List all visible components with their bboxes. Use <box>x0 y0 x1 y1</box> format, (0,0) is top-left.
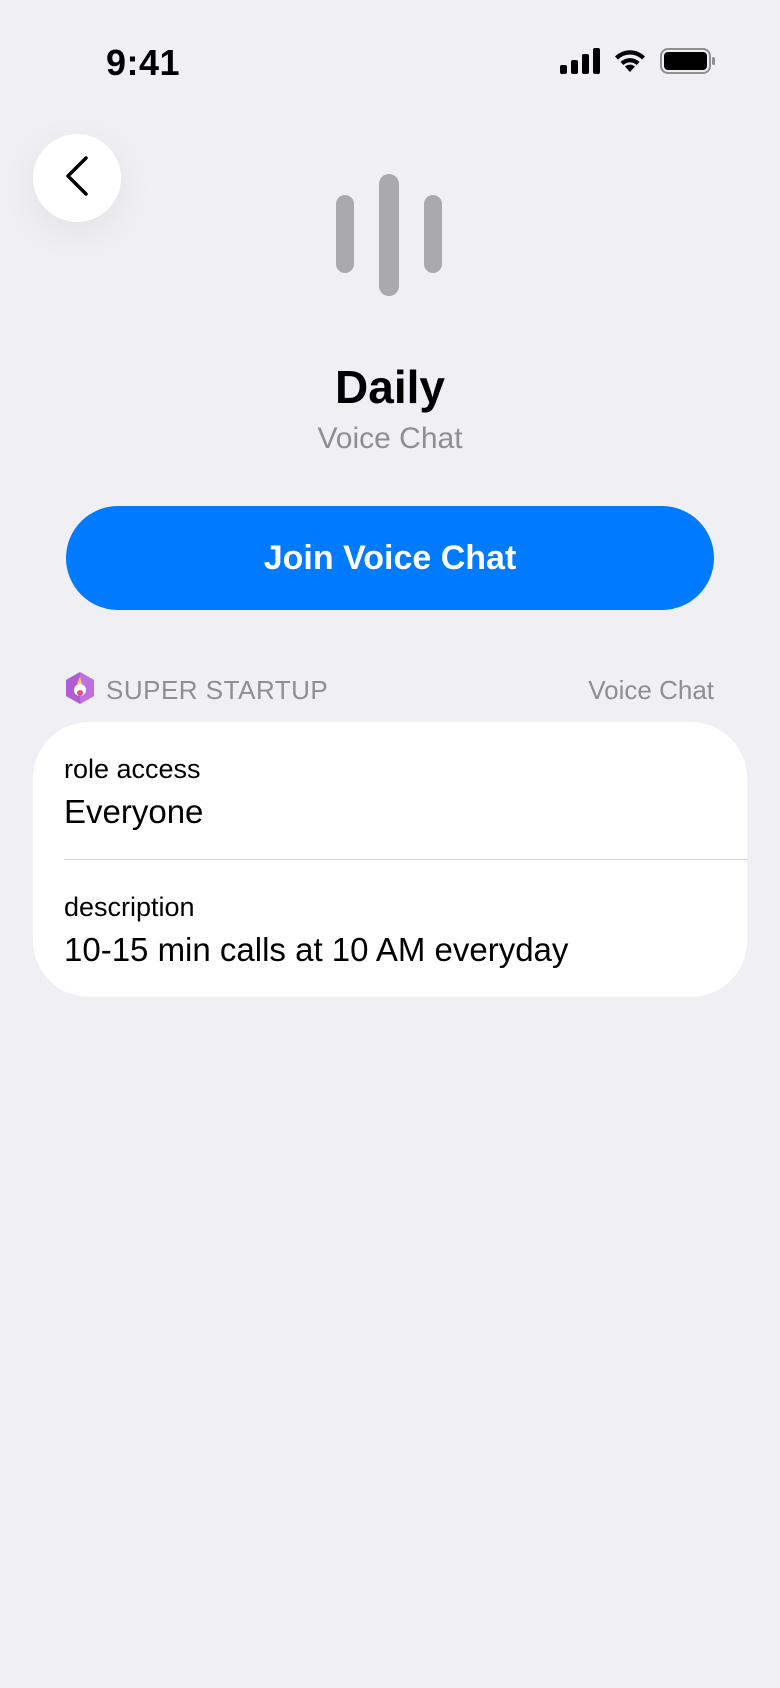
description-row: description 10-15 min calls at 10 AM eve… <box>64 890 716 972</box>
role-access-label: role access <box>64 754 201 784</box>
chevron-left-icon <box>62 154 92 203</box>
battery-icon <box>660 48 716 79</box>
role-access-value: Everyone <box>64 793 204 830</box>
channel-details-card: role access Everyone description 10-15 m… <box>33 722 748 997</box>
unicorn-server-icon <box>64 671 96 710</box>
description-label: description <box>64 892 195 922</box>
channel-title: Daily <box>335 361 445 413</box>
status-bar: 9:41 <box>0 0 780 130</box>
role-access-row: role access Everyone <box>64 752 716 834</box>
section-header: SUPER STARTUP Voice Chat <box>64 671 714 710</box>
voice-channel-screen: 9:41 Daily Voice Chat Join Voice Chat SU… <box>0 0 780 1688</box>
back-button[interactable] <box>33 134 121 222</box>
description-value: 10-15 min calls at 10 AM everyday <box>64 931 569 968</box>
wifi-icon <box>612 48 648 79</box>
server-name: SUPER STARTUP <box>106 674 329 705</box>
divider <box>64 859 748 860</box>
join-voice-chat-button[interactable]: Join Voice Chat <box>66 506 714 610</box>
cellular-signal-icon <box>560 48 600 79</box>
server-label: SUPER STARTUP <box>64 671 328 710</box>
channel-subtitle: Voice Chat <box>317 422 463 455</box>
status-time: 9:41 <box>106 42 181 83</box>
voice-channel-icon <box>334 172 444 298</box>
status-icons <box>560 48 716 79</box>
channel-type-label: Voice Chat <box>588 674 714 705</box>
